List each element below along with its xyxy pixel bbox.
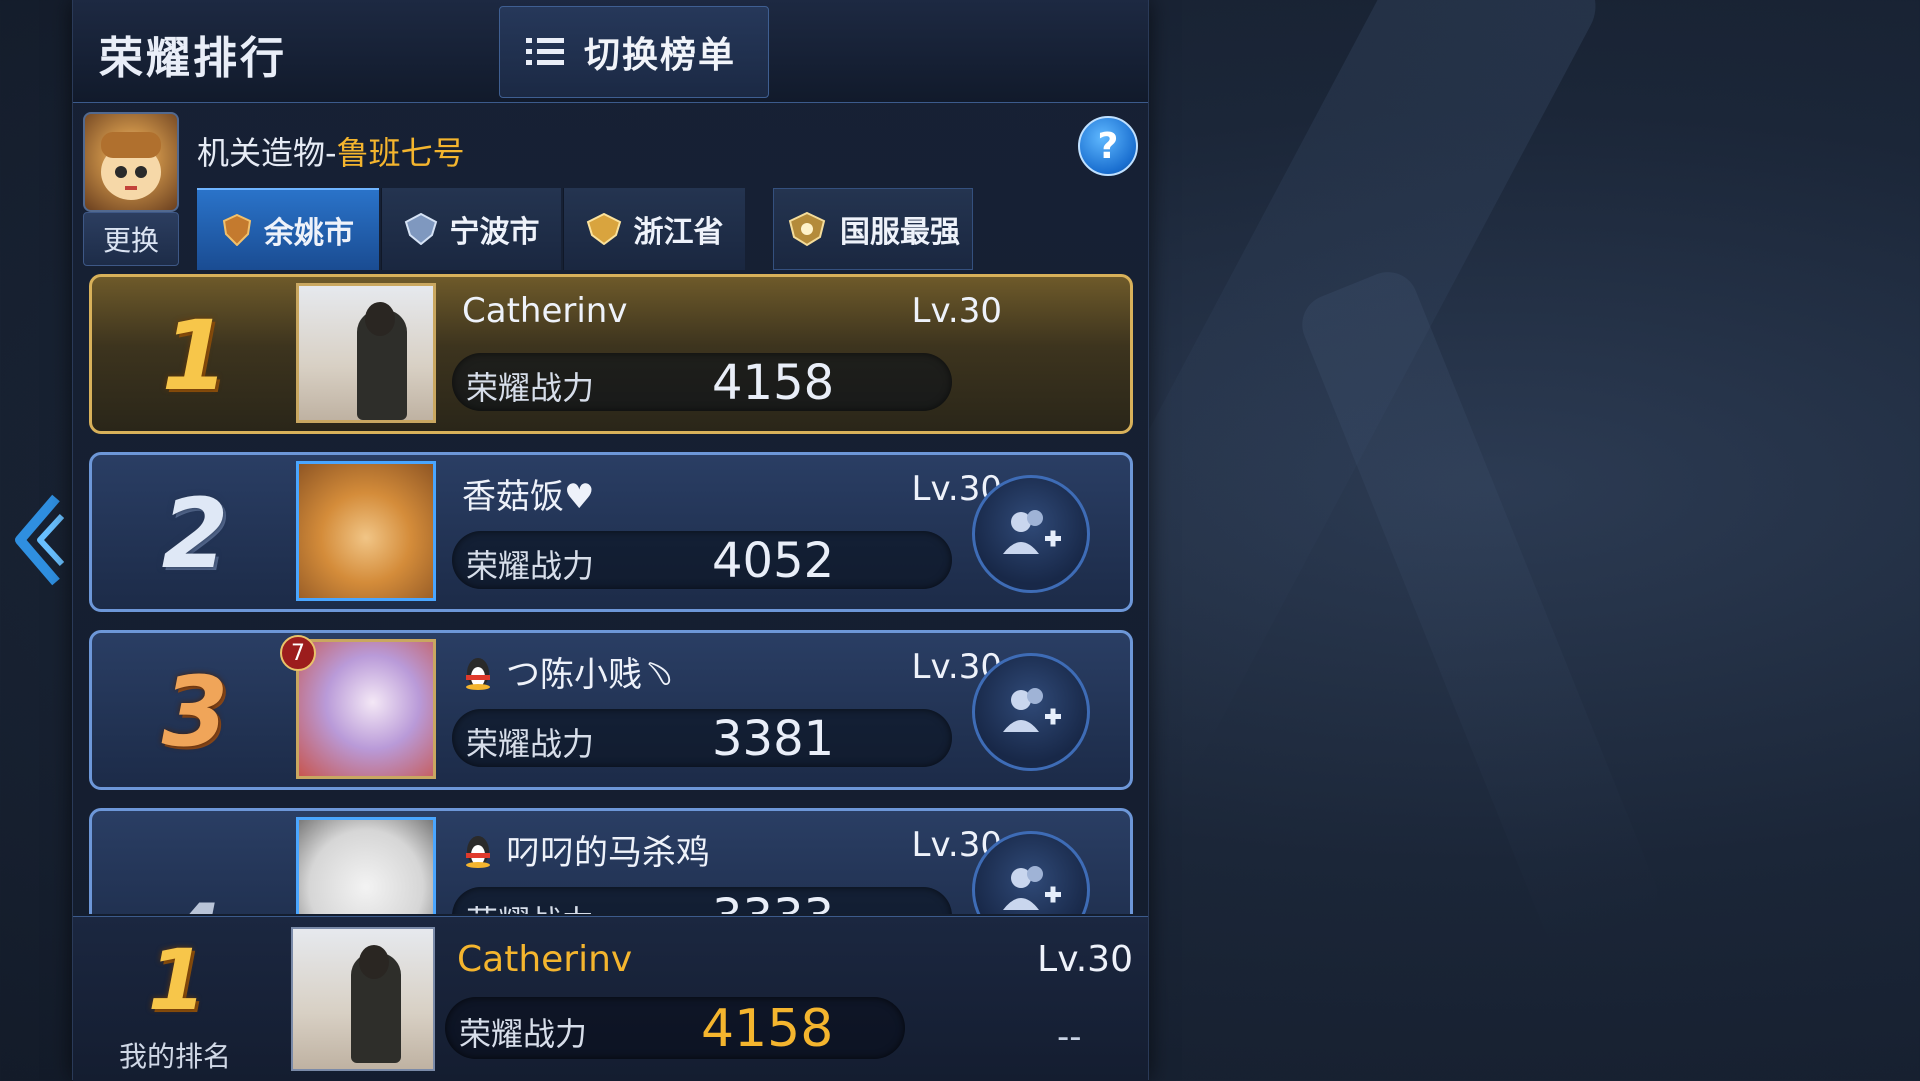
shield-icon	[222, 214, 252, 246]
player-name: Catherinv	[462, 291, 627, 331]
tab-national-best[interactable]: 国服最强	[773, 188, 973, 270]
my-rank-bar: 1 我的排名 Catherinv Lv.30 荣耀战力 4158 --	[73, 916, 1148, 1081]
rank-badge: 1	[120, 283, 270, 429]
rank-trend: --	[1057, 1017, 1082, 1057]
my-player-name: Catherinv	[457, 939, 633, 980]
question-icon: ?	[1097, 125, 1119, 167]
player-photo	[299, 642, 433, 776]
help-button[interactable]: ?	[1078, 116, 1138, 176]
shield-icon	[586, 213, 621, 245]
player-name: つ陈小贱﹆	[462, 647, 676, 696]
tab-province-zhejiang[interactable]: 浙江省	[563, 188, 745, 270]
player-avatar[interactable]	[296, 461, 436, 601]
power-value: 4158	[712, 355, 835, 411]
rank-number: 4	[120, 817, 270, 914]
add-friend-icon	[1003, 866, 1061, 910]
ranking-panel: 荣耀排行 切换榜单 更换 机关造物-鲁班七号 ? 余姚市 宁波市 浙江省 国服最…	[72, 0, 1149, 1081]
add-friend-button[interactable]	[972, 653, 1090, 771]
power-label: 荣耀战力	[459, 1015, 588, 1053]
player-name: 叼叼的马杀鸡	[462, 825, 710, 874]
ranking-row[interactable]: 4 叼叼的马杀鸡 Lv.30 荣耀战力 3333	[89, 808, 1133, 914]
power-value: 3333	[712, 889, 834, 914]
tab-city-ningbo[interactable]: 宁波市	[381, 188, 561, 270]
player-avatar[interactable]	[296, 639, 436, 779]
my-avatar[interactable]	[291, 927, 435, 1071]
my-power-bar: 荣耀战力 4158	[445, 997, 905, 1059]
rank-badge: 2	[120, 461, 270, 607]
shield-icon	[404, 213, 437, 245]
power-bar: 荣耀战力 3381	[452, 709, 952, 767]
level-badge: 7	[280, 635, 316, 671]
power-label: 荣耀战力	[466, 897, 594, 914]
player-avatar[interactable]	[296, 817, 436, 914]
player-name: 香菇饭♥	[462, 469, 594, 518]
power-bar: 荣耀战力 4052	[452, 531, 952, 589]
hero-portrait-icon	[101, 132, 161, 200]
my-player-level: Lv.30	[1037, 939, 1133, 980]
rank-badge: 3	[120, 639, 270, 785]
rank-number: 2	[161, 478, 229, 590]
tab-label: 宁波市	[449, 215, 540, 250]
list-icon	[526, 38, 564, 65]
background-decoration	[1293, 263, 1667, 957]
add-friend-icon	[1003, 688, 1061, 732]
player-photo	[299, 286, 433, 420]
my-rank-badge: 1	[117, 925, 237, 1035]
player-name-text: 香菇饭♥	[462, 477, 595, 517]
my-power-value: 4158	[701, 999, 834, 1059]
power-label: 荣耀战力	[466, 547, 595, 585]
power-value: 4052	[712, 533, 835, 589]
ranking-row[interactable]: 3 7 つ陈小贱﹆ Lv.30 荣耀战力 3381	[89, 630, 1133, 790]
ranking-row[interactable]: 2 香菇饭♥ Lv.30 荣耀战力 4052	[89, 452, 1133, 612]
rank-number: 1	[161, 300, 229, 412]
player-photo	[299, 464, 433, 598]
tab-city-yuyao[interactable]: 余姚市	[197, 188, 379, 270]
power-label: 荣耀战力	[466, 725, 595, 763]
back-button[interactable]	[8, 485, 66, 595]
qq-penguin-icon	[466, 835, 490, 868]
tab-label: 余姚市	[264, 216, 354, 251]
hero-name-separator: -	[325, 134, 337, 172]
my-rank-number: 1	[147, 931, 207, 1029]
player-avatar[interactable]	[296, 283, 436, 423]
crown-emblem-icon	[788, 211, 826, 247]
hero-name: 机关造物-鲁班七号	[197, 128, 465, 174]
my-photo	[293, 929, 433, 1069]
switch-list-label: 切换榜单	[584, 35, 737, 76]
region-tabs: 余姚市 宁波市 浙江省 国服最强	[197, 188, 1137, 270]
add-friend-button[interactable]	[972, 475, 1090, 593]
hero-selector: 更换 机关造物-鲁班七号 ? 余姚市 宁波市 浙江省 国服最强	[73, 106, 1148, 270]
change-hero-button[interactable]: 更换	[83, 212, 179, 266]
player-name-text: つ陈小贱﹆	[506, 655, 676, 695]
power-bar: 荣耀战力 4158	[452, 353, 952, 411]
hero-avatar[interactable]	[83, 112, 179, 212]
ranking-row[interactable]: 1 Catherinv Lv.30 荣耀战力 4158	[89, 274, 1133, 434]
ranking-list[interactable]: 1 Catherinv Lv.30 荣耀战力 4158 2 香菇饭♥ Lv.30	[89, 274, 1133, 914]
my-rank-label: 我的排名	[119, 1040, 232, 1073]
hero-category: 机关造物	[197, 134, 326, 172]
rank-badge: 4	[120, 817, 270, 914]
chevron-left-icon	[15, 494, 64, 586]
tab-label: 浙江省	[633, 215, 724, 250]
power-label: 荣耀战力	[466, 369, 595, 407]
power-bar: 荣耀战力 3333	[452, 887, 952, 914]
header: 荣耀排行 切换榜单	[73, 0, 1148, 103]
switch-list-button[interactable]: 切换榜单	[499, 6, 769, 98]
hero-title: 鲁班七号	[336, 134, 465, 172]
qq-penguin-icon	[466, 657, 490, 690]
player-photo	[299, 820, 433, 914]
tab-label: 国服最强	[840, 215, 960, 250]
player-name-text: 叼叼的马杀鸡	[506, 833, 710, 873]
add-friend-icon	[1003, 510, 1061, 554]
rank-number: 3	[161, 656, 229, 768]
page-title: 荣耀排行	[99, 33, 287, 84]
player-name-text: Catherinv	[462, 291, 628, 331]
power-value: 3381	[712, 711, 835, 767]
player-level: Lv.30	[911, 291, 1003, 331]
